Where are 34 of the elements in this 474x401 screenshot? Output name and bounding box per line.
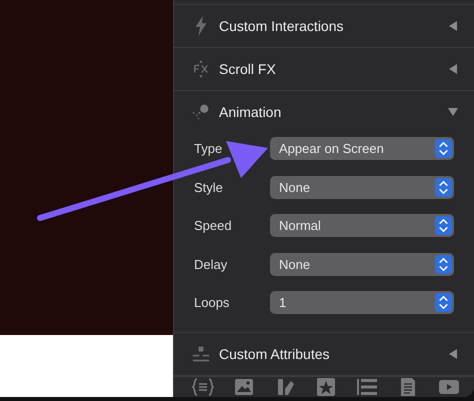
section-header[interactable]: Animation xyxy=(174,90,474,132)
stepper-icon xyxy=(435,293,452,312)
field-label: Type xyxy=(194,141,224,156)
stepper-icon xyxy=(435,216,452,236)
stepper-icon xyxy=(435,178,452,197)
collapsed-triangle-icon[interactable] xyxy=(448,349,458,359)
fx-icon xyxy=(192,58,210,78)
section-title: Custom Interactions xyxy=(219,18,344,34)
stepper-icon xyxy=(435,139,452,158)
section-header[interactable]: Custom Interactions xyxy=(174,4,474,46)
dropdown[interactable]: None xyxy=(270,252,454,276)
dropdown[interactable]: Normal xyxy=(270,214,454,238)
list-icon[interactable] xyxy=(356,377,378,397)
section-header[interactable]: Scroll FX xyxy=(174,48,474,90)
particles-icon xyxy=(192,102,210,122)
section-title: Animation xyxy=(219,104,282,120)
field-label: Delay xyxy=(194,256,228,272)
section-title: Custom Attributes xyxy=(219,346,330,362)
dropdown[interactable]: Appear on Screen xyxy=(270,137,454,160)
collapsed-triangle-icon[interactable] xyxy=(448,20,458,30)
field-label: Loops xyxy=(194,295,230,310)
dropdown[interactable]: 1 xyxy=(270,291,454,314)
play-icon[interactable] xyxy=(438,377,460,397)
collapsed-triangle-icon[interactable] xyxy=(448,64,458,74)
stepper-icon xyxy=(435,254,452,274)
image-icon[interactable] xyxy=(233,377,255,397)
dropdown[interactable]: None xyxy=(270,176,454,199)
section-header[interactable]: Custom Attributes xyxy=(174,333,474,375)
hierarchy-icon xyxy=(192,344,210,364)
field-label: Style xyxy=(194,180,224,195)
field-label: Speed xyxy=(194,218,233,234)
expanded-triangle-icon[interactable] xyxy=(448,106,458,116)
braces-icon[interactable] xyxy=(192,377,214,397)
section-title: Scroll FX xyxy=(219,60,277,76)
